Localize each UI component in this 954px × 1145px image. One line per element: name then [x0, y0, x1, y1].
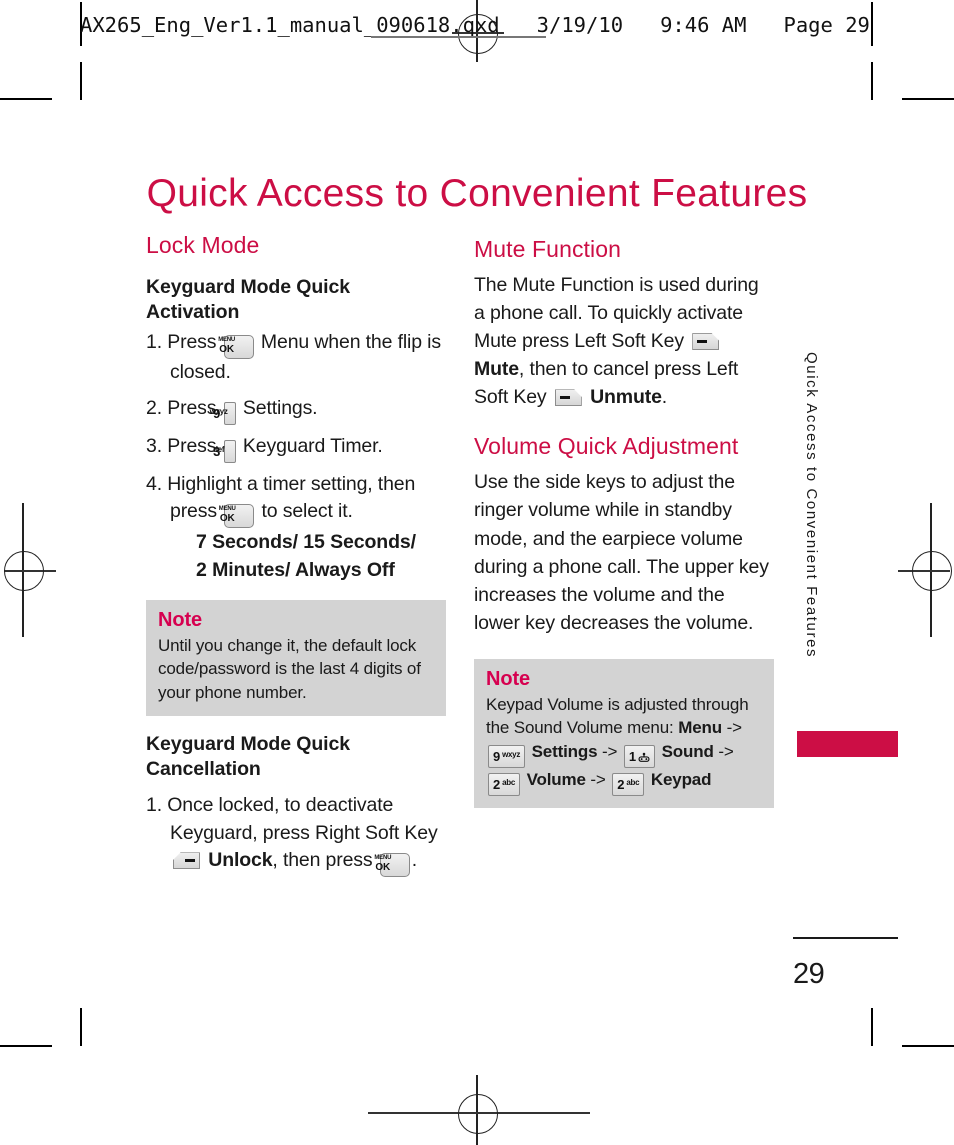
- page-number: 29: [793, 958, 825, 990]
- slug-underline: [371, 36, 546, 38]
- path-keypad-label: Keypad: [650, 769, 712, 789]
- crop-mark-bottom-right-vertical: [871, 1008, 873, 1046]
- number-key-letters: wxyz: [502, 750, 521, 760]
- mute-bold-label: Mute: [474, 358, 519, 381]
- path-arrow: ->: [590, 769, 606, 789]
- folio-rule: [793, 937, 898, 939]
- number-key-9-icon: 9 wxyz: [488, 744, 526, 768]
- step-number: 1.: [146, 330, 162, 353]
- step-text-after: Keyguard Timer.: [242, 434, 383, 457]
- menu-ok-key-line2: OK: [375, 862, 391, 874]
- menu-ok-key-icon: MENU OK: [218, 504, 255, 529]
- manual-page: AX265_Eng_Ver1.1_manual_090618.qxd 3/19/…: [0, 0, 954, 1145]
- path-sound-label: Sound: [661, 741, 714, 761]
- list-item: 1. Once locked, to deactivate Keyguard, …: [146, 792, 446, 878]
- crop-mark-bottom-left-horizontal: [0, 1045, 52, 1047]
- step-bold-unlock: Unlock: [208, 849, 273, 872]
- list-item: 3. Press 3 def Keyguard Timer.: [146, 433, 446, 463]
- step-text-after: to select it.: [261, 500, 353, 523]
- path-menu-label: Menu: [678, 718, 722, 738]
- step-text-part3: .: [411, 849, 418, 872]
- step-text-after: Settings.: [242, 396, 318, 419]
- path-arrow: ->: [726, 718, 742, 738]
- crop-mark-top-left-horizontal: [0, 98, 52, 100]
- list-item: 2. Press 9 wxyz Settings.: [146, 395, 446, 425]
- crop-mark-top-right-horizontal: [902, 98, 954, 100]
- step-number: 4.: [146, 472, 162, 495]
- step-number: 2.: [146, 396, 162, 419]
- step-text-before: Press: [167, 434, 217, 457]
- step-text-before: Press: [167, 396, 217, 419]
- mute-text-c: .: [661, 386, 668, 409]
- side-tab-marker: [797, 731, 898, 757]
- unmute-bold-label: Unmute: [590, 386, 662, 409]
- menu-ok-key-line2: OK: [219, 343, 234, 355]
- note-line-1: Keypad Volume is adjusted: [486, 694, 688, 714]
- number-key-1-voicemail-icon: 1: [623, 744, 656, 768]
- side-tab-chapter-label: Quick Access to Convenient Features: [803, 352, 820, 659]
- timer-options-line2: 2 Minutes/ Always Off: [196, 559, 395, 582]
- number-key-letters: abc: [502, 778, 515, 788]
- note-box-lock-code: Note Until you change it, the default lo…: [146, 599, 446, 717]
- number-key-digit: 2: [617, 776, 625, 792]
- subheading-keyguard-activation: Keyguard Mode Quick Activation: [146, 276, 350, 323]
- subheading-keyguard-cancellation: Keyguard Mode Quick Cancellation: [146, 733, 350, 781]
- left-soft-key-icon: [554, 389, 582, 407]
- menu-ok-key-line1: MENU: [374, 855, 392, 862]
- note-title: Note: [158, 608, 203, 631]
- number-key-2-icon: 2 abc: [488, 772, 520, 796]
- menu-ok-key-icon: MENU OK: [218, 334, 254, 359]
- step-text-part1: Once locked, to deactivate Keyguard, pre…: [167, 794, 438, 844]
- number-key-3-icon: 3 def: [213, 439, 236, 463]
- right-soft-key-icon: [173, 852, 200, 870]
- number-key-digit: 9: [493, 748, 501, 764]
- step-text-before: Press: [167, 330, 217, 353]
- registration-mark-left: [4, 551, 44, 591]
- mute-function-paragraph: The Mute Function is used during a phone…: [474, 271, 774, 411]
- path-settings-label: Settings: [531, 741, 598, 761]
- number-key-letters: abc: [626, 778, 640, 788]
- menu-ok-key-line1: MENU: [218, 506, 236, 513]
- registration-mark-bottom: [458, 1094, 498, 1134]
- note-body: Until you change it, the default lock co…: [158, 635, 421, 702]
- note-box-keypad-volume: Note Keypad Volume is adjusted through t…: [474, 658, 774, 808]
- number-key-9-icon: 9 wxyz: [210, 401, 236, 425]
- list-item: 1. Press MENU OK Menu when the flip is c…: [146, 329, 446, 387]
- menu-ok-key-icon: MENU OK: [374, 853, 410, 878]
- path-volume-label: Volume: [526, 769, 586, 789]
- section-title-mute-function: Mute Function: [474, 236, 622, 262]
- path-arrow: ->: [718, 741, 734, 761]
- step-number: 3.: [146, 434, 162, 457]
- menu-ok-key-line2: OK: [219, 513, 235, 525]
- list-item: 4. Highlight a timer setting, then press…: [146, 471, 446, 584]
- step-number: 1.: [146, 794, 162, 817]
- note-title: Note: [486, 667, 531, 690]
- number-key-digit: 2: [493, 776, 501, 792]
- file-slug-text: AX265_Eng_Ver1.1_manual_090618.qxd 3/19/…: [80, 13, 870, 37]
- crop-mark-bottom-right-horizontal: [902, 1045, 954, 1047]
- note-body: Keypad Volume is adjusted through the So…: [486, 693, 762, 796]
- section-title-lock-mode: Lock Mode: [146, 232, 260, 258]
- path-arrow: ->: [602, 741, 618, 761]
- left-soft-key-icon: [692, 333, 720, 351]
- right-column: Mute Function The Mute Function is used …: [474, 232, 774, 808]
- steps-list-cancellation: 1. Once locked, to deactivate Keyguard, …: [146, 792, 446, 878]
- number-key-2-icon: 2 abc: [612, 772, 645, 796]
- voicemail-icon: [638, 752, 650, 763]
- page-title: Quick Access to Convenient Features: [146, 172, 808, 216]
- menu-ok-key-line1: MENU: [218, 336, 236, 343]
- steps-list-activation: 1. Press MENU OK Menu when the flip is c…: [146, 329, 446, 584]
- crop-mark-bottom-left-vertical: [80, 1008, 82, 1046]
- step-text-part2: , then press: [272, 849, 373, 872]
- crop-mark-top-right-vertical: [871, 62, 873, 100]
- number-key-digit: 1: [628, 748, 637, 764]
- timer-options-line1: 7 Seconds/ 15 Seconds/: [196, 531, 416, 554]
- section-title-volume-adjustment: Volume Quick Adjustment: [474, 433, 739, 460]
- left-column: Lock Mode Keyguard Mode Quick Activation…: [146, 232, 446, 885]
- registration-mark-right: [912, 551, 952, 591]
- volume-adjustment-paragraph: Use the side keys to adjust the ringer v…: [474, 471, 769, 634]
- crop-mark-top-left-vertical: [80, 62, 82, 100]
